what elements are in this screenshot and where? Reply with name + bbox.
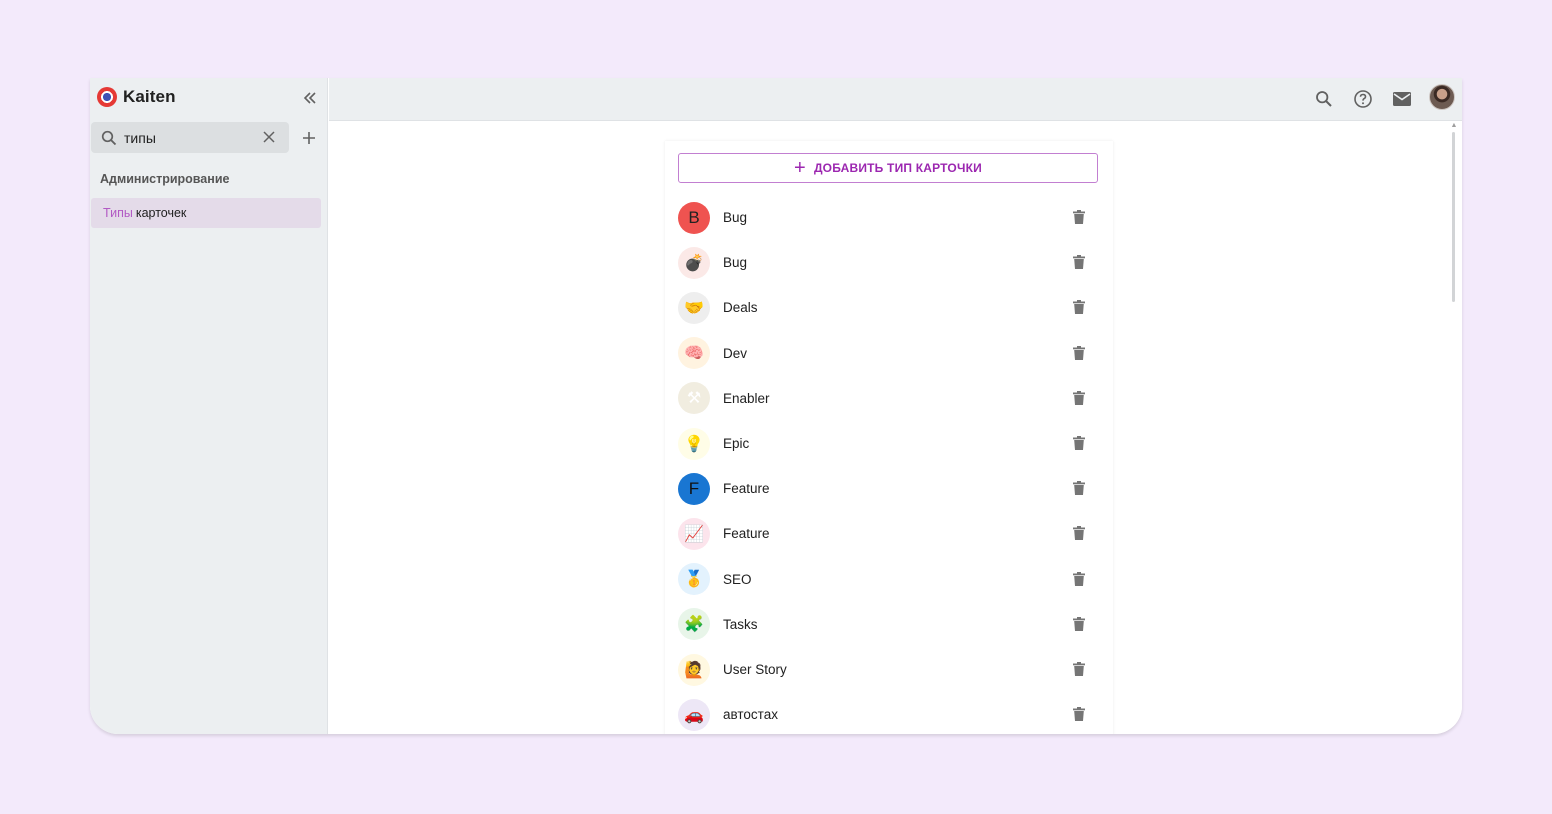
sidebar-search: [91, 122, 289, 153]
card-type-name: Feature: [723, 526, 770, 542]
card-type-row[interactable]: B Bug: [678, 195, 1098, 240]
help-button[interactable]: [1352, 88, 1374, 110]
mail-icon: [1393, 92, 1411, 106]
emoji-icon: 🤝: [678, 291, 710, 324]
card-type-name: User Story: [723, 662, 787, 677]
scroll-up-arrow-icon[interactable]: ▲: [1450, 122, 1458, 130]
user-avatar[interactable]: [1429, 84, 1455, 110]
delete-card-type-button[interactable]: [1070, 614, 1088, 634]
delete-card-type-button[interactable]: [1070, 343, 1088, 363]
trash-icon: [1073, 526, 1085, 541]
delete-card-type-button[interactable]: [1070, 207, 1088, 227]
card-type-name: автостах: [723, 707, 778, 723]
delete-card-type-button[interactable]: [1070, 523, 1088, 543]
card-type-row[interactable]: 🤝 Deals: [678, 285, 1098, 330]
delete-card-type-button[interactable]: [1070, 297, 1088, 317]
card-type-name: SEO: [723, 571, 752, 587]
kaiten-logo-icon: [97, 87, 117, 107]
card-type-name: Tasks: [723, 616, 758, 632]
plus-icon: [303, 132, 315, 144]
nav-item-label-rest: карточек: [135, 206, 187, 220]
trash-icon: [1073, 255, 1085, 270]
section-title-administration: Администрирование: [100, 172, 230, 186]
card-types-panel: + ДОБАВИТЬ ТИП КАРТОЧКИ B Bug 💣 Bug 🤝 Deals 🧠 D…: [665, 141, 1113, 734]
card-type-name: Feature: [723, 481, 770, 497]
delete-card-type-button[interactable]: [1070, 659, 1088, 679]
trash-icon: [1073, 210, 1085, 224]
add-space-button[interactable]: [298, 127, 320, 149]
delete-card-type-button[interactable]: [1070, 433, 1088, 453]
scrollbar[interactable]: [1452, 132, 1455, 302]
emoji-icon: 🚗: [678, 698, 710, 731]
app-window: Kaiten Ад: [90, 78, 1462, 734]
letter-avatar-icon: F: [678, 472, 710, 505]
card-type-row[interactable]: 🧠 Dev: [678, 331, 1098, 376]
card-type-name: Bug: [723, 255, 748, 271]
emoji-icon: 🧩: [678, 608, 710, 641]
card-type-name: Deals: [723, 300, 758, 316]
card-type-row[interactable]: 🧩 Tasks: [678, 602, 1098, 647]
trash-icon: [1073, 662, 1085, 676]
card-type-row[interactable]: 🚗 автостах: [678, 692, 1098, 734]
emoji-icon: 🧠: [678, 337, 710, 370]
card-type-row[interactable]: F Feature: [678, 466, 1098, 511]
letter-avatar-icon: B: [678, 201, 710, 234]
trash-icon: [1073, 390, 1085, 405]
delete-card-type-button[interactable]: [1070, 388, 1088, 408]
trash-icon: [1073, 345, 1085, 360]
delete-card-type-button[interactable]: [1070, 569, 1088, 589]
card-type-row[interactable]: 💡 Epic: [678, 421, 1098, 466]
search-icon: [100, 129, 118, 147]
trash-icon: [1073, 616, 1085, 631]
logo[interactable]: Kaiten: [97, 87, 176, 107]
clear-search-button[interactable]: [261, 129, 277, 145]
trash-icon: [1073, 300, 1085, 315]
search-input[interactable]: [124, 129, 254, 146]
emoji-icon: 🥇: [678, 563, 710, 596]
double-chevron-left-icon: [303, 92, 316, 104]
app-name: Kaiten: [123, 87, 176, 106]
emoji-icon: 🙋: [678, 653, 710, 686]
plus-icon: +: [794, 157, 806, 179]
add-card-type-button[interactable]: + ДОБАВИТЬ ТИП КАРТОЧКИ: [678, 153, 1098, 183]
emoji-icon: 📈: [678, 517, 710, 550]
delete-card-type-button[interactable]: [1070, 704, 1088, 724]
trash-icon: [1073, 481, 1085, 496]
trash-icon: [1073, 571, 1085, 586]
delete-card-type-button[interactable]: [1070, 252, 1088, 272]
main-content: ▲ + ДОБАВИТЬ ТИП КАРТОЧКИ B Bug 💣 Bug 🤝 Deals…: [329, 122, 1462, 734]
card-type-name: Epic: [723, 436, 750, 451]
search-icon: [1316, 91, 1332, 107]
card-type-name: Bug: [723, 210, 748, 225]
top-bar: [329, 78, 1462, 121]
nav-item-highlight: Типы: [103, 206, 133, 220]
trash-icon: [1073, 436, 1085, 450]
card-type-name: Enabler: [723, 390, 770, 406]
close-icon: [263, 131, 275, 143]
card-type-row[interactable]: ⚒ Enabler: [678, 376, 1098, 421]
help-circle-icon: [1354, 90, 1372, 108]
emoji-icon: 💣: [678, 246, 710, 279]
search-button[interactable]: [1313, 88, 1335, 110]
card-type-name: Dev: [723, 345, 748, 361]
sidebar: Kaiten Ад: [90, 78, 328, 734]
card-type-row[interactable]: 💣 Bug: [678, 240, 1098, 285]
trash-icon: [1073, 707, 1085, 722]
collapse-sidebar-button[interactable]: [300, 88, 320, 108]
emoji-icon: ⚒: [678, 382, 710, 415]
emoji-icon: 💡: [678, 427, 710, 460]
add-card-type-label: ДОБАВИТЬ ТИП КАРТОЧКИ: [813, 161, 982, 175]
messages-button[interactable]: [1391, 88, 1413, 110]
card-type-row[interactable]: 📈 Feature: [678, 511, 1098, 556]
sidebar-item-card-types[interactable]: Типы карточек: [91, 198, 321, 228]
card-type-row[interactable]: 🙋 User Story: [678, 647, 1098, 692]
delete-card-type-button[interactable]: [1070, 478, 1088, 498]
card-type-row[interactable]: 🥇 SEO: [678, 557, 1098, 602]
